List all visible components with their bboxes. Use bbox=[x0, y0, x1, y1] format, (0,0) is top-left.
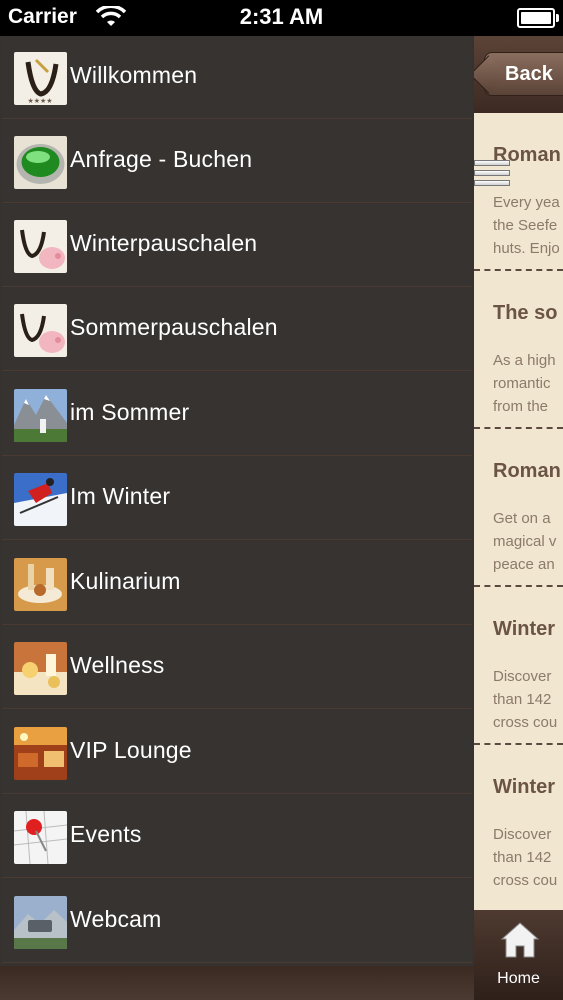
menu-item-label: Im Winter bbox=[70, 483, 171, 509]
menu-item-label: VIP Lounge bbox=[70, 737, 192, 763]
menu-item-kulinarium[interactable]: Kulinarium bbox=[2, 542, 472, 625]
menu-toggle-icon[interactable] bbox=[474, 160, 510, 194]
menu-item-vip-lounge[interactable]: VIP Lounge bbox=[2, 711, 472, 794]
hotel-logo-pig-icon bbox=[14, 220, 67, 273]
article-excerpt: Get on a magical v peace an bbox=[493, 507, 556, 576]
calendar-pin-icon bbox=[14, 811, 67, 864]
excerpt-line: Discover bbox=[493, 668, 552, 685]
excerpt-line: cross cou bbox=[493, 714, 558, 731]
svg-text:★★★★: ★★★★ bbox=[27, 97, 52, 105]
food-photo-icon bbox=[14, 558, 67, 611]
mountain-church-photo-icon bbox=[14, 389, 67, 442]
menu-item-wellness[interactable]: Wellness bbox=[2, 626, 472, 709]
tab-home-label: Home bbox=[497, 970, 540, 987]
menu-item-webcam[interactable]: Webcam bbox=[2, 880, 472, 963]
menu-item-label: im Sommer bbox=[70, 399, 190, 425]
lounge-photo-icon bbox=[14, 727, 67, 780]
nav-bar: Back bbox=[474, 36, 563, 113]
excerpt-line: As a high bbox=[493, 352, 556, 369]
article-item[interactable]: The so As a high romantic from the bbox=[474, 271, 563, 429]
excerpt-line: Discover bbox=[493, 826, 552, 843]
wellness-photo-icon bbox=[14, 642, 67, 695]
status-bar: Carrier 2:31 AM bbox=[0, 0, 563, 36]
menu-item-sommerpauschalen[interactable]: Sommerpauschalen bbox=[2, 288, 472, 371]
article-title: Winter bbox=[493, 618, 556, 640]
menu-item-label: Anfrage - Buchen bbox=[70, 146, 253, 172]
menu-item-label: Wellness bbox=[70, 652, 165, 678]
menu-item-label: Webcam bbox=[70, 906, 162, 932]
back-button[interactable]: Back bbox=[484, 52, 563, 96]
excerpt-line: Get on a bbox=[493, 510, 551, 527]
excerpt-line: romantic bbox=[493, 375, 551, 392]
article-title: Winter bbox=[493, 776, 556, 798]
content-panel: Back Roman Every yea the Seefe huts. Enj… bbox=[474, 36, 563, 1000]
excerpt-line: Every yea bbox=[493, 194, 560, 211]
menu-item-label: Winterpauschalen bbox=[70, 230, 258, 256]
article-excerpt: As a high romantic from the bbox=[493, 349, 556, 418]
menu-item-label: Sommerpauschalen bbox=[70, 314, 278, 340]
menu-item-winterpauschalen[interactable]: Winterpauschalen bbox=[2, 204, 472, 287]
home-icon bbox=[500, 922, 540, 958]
menu-item-anfrage-buchen[interactable]: Anfrage - Buchen bbox=[2, 120, 472, 203]
status-time: 2:31 AM bbox=[239, 4, 324, 29]
skier-photo-icon bbox=[14, 473, 67, 526]
excerpt-line: magical v bbox=[493, 533, 557, 550]
article-excerpt: Every yea the Seefe huts. Enjo bbox=[493, 191, 560, 260]
menu-item-label: Willkommen bbox=[70, 62, 198, 88]
side-menu: ★★★★ Willkommen Anfrage - Buchen Winterp… bbox=[0, 36, 474, 1000]
excerpt-line: huts. Enjo bbox=[493, 240, 560, 257]
article-excerpt: Discover than 142 cross cou bbox=[493, 665, 557, 734]
article-item[interactable]: Roman Get on a magical v peace an bbox=[474, 429, 563, 587]
excerpt-line: than 142 bbox=[493, 849, 552, 866]
excerpt-line: than 142 bbox=[493, 691, 552, 708]
hotel-logo-pig-icon bbox=[14, 304, 67, 357]
excerpt-line: from the bbox=[493, 398, 549, 415]
menu-item-im-winter[interactable]: Im Winter bbox=[2, 457, 472, 540]
excerpt-line: peace an bbox=[493, 556, 555, 573]
article-item[interactable]: Winter Discover than 142 cross cou bbox=[474, 745, 563, 903]
menu-footer bbox=[0, 966, 474, 1000]
article-title: The so bbox=[493, 302, 558, 324]
menu-item-events[interactable]: Events bbox=[2, 795, 472, 878]
tab-bar: Home bbox=[474, 910, 563, 1000]
green-button-icon bbox=[14, 136, 67, 189]
article-item[interactable]: Winter Discover than 142 cross cou bbox=[474, 587, 563, 745]
webcam-photo-icon bbox=[14, 896, 67, 949]
excerpt-line: the Seefe bbox=[493, 217, 558, 234]
menu-item-willkommen[interactable]: ★★★★ Willkommen bbox=[2, 36, 472, 119]
menu-item-im-sommer[interactable]: im Sommer bbox=[2, 373, 472, 456]
article-excerpt: Discover than 142 cross cou bbox=[493, 823, 557, 892]
excerpt-line: cross cou bbox=[493, 872, 558, 889]
back-button-label: Back bbox=[505, 63, 553, 85]
battery-icon bbox=[517, 8, 559, 28]
article-title: Roman bbox=[493, 460, 561, 482]
menu-item-label: Events bbox=[70, 821, 142, 847]
hotel-logo-icon: ★★★★ bbox=[14, 52, 67, 105]
menu-item-label: Kulinarium bbox=[70, 568, 181, 594]
